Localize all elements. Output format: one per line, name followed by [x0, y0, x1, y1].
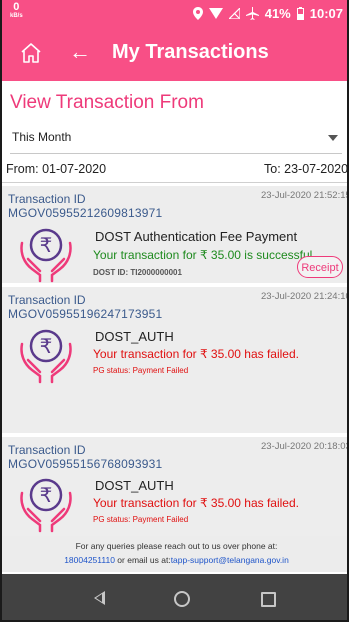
support-email-link[interactable]: tapp-support@telangana.gov.in [171, 555, 289, 565]
transaction-id: MGOV05955196247173951 [8, 307, 163, 321]
transaction-timestamp: 23-Jul-2020 20:18:03 [261, 441, 349, 452]
transaction-message: Your transaction for ₹ 35.00 is successf… [93, 248, 316, 262]
support-contact: 18004251110 or email us at:tapp-support@… [2, 555, 347, 565]
support-phone-link[interactable]: 18004251110 [64, 555, 115, 565]
network-speed-unit: kB/s [10, 13, 23, 19]
support-text: For any queries please reach out to us o… [75, 541, 278, 551]
transaction-card[interactable]: Transaction ID MGOV05955212609813971 23-… [2, 186, 349, 283]
nav-back-icon[interactable] [94, 591, 105, 605]
app-bar: ← My Transactions [2, 28, 347, 81]
status-icons: 41% 10:07 [192, 6, 343, 21]
clock: 10:07 [309, 6, 343, 21]
svg-text:₹: ₹ [40, 483, 53, 507]
transaction-id-label: Transaction ID [8, 192, 86, 206]
status-bar: 0 kB/s 41% 10:07 [2, 0, 347, 28]
transaction-message: Your transaction for ₹ 35.00 has failed. [93, 347, 299, 361]
rupee-hands-icon: ₹ [20, 329, 72, 384]
transaction-detail: PG status: Payment Failed [93, 515, 189, 524]
transaction-message: Your transaction for ₹ 35.00 has failed. [93, 496, 299, 510]
transaction-id-label: Transaction ID [8, 293, 86, 307]
svg-text:₹: ₹ [40, 334, 53, 358]
nav-recents-icon[interactable] [261, 592, 276, 607]
rupee-hands-icon: ₹ [20, 228, 72, 283]
battery-percent: 41% [264, 6, 291, 21]
support-footer: For any queries please reach out to us o… [2, 536, 347, 572]
page-title: My Transactions [112, 41, 269, 63]
transaction-name: DOST_AUTH [95, 329, 174, 344]
transaction-id: MGOV05955212609813971 [8, 206, 163, 220]
home-icon[interactable] [20, 42, 42, 64]
transaction-timestamp: 23-Jul-2020 21:24:10 [261, 291, 349, 302]
transaction-timestamp: 23-Jul-2020 21:52:15 [261, 190, 349, 201]
support-or-email-text: or email us at: [114, 555, 171, 565]
transaction-detail: PG status: Payment Failed [93, 366, 189, 375]
rupee-hands-icon: ₹ [20, 478, 72, 533]
svg-text:₹: ₹ [40, 233, 53, 257]
nav-home-icon[interactable] [174, 591, 190, 607]
wifi-icon [208, 8, 223, 19]
transaction-name: DOST Authentication Fee Payment [95, 229, 298, 244]
transaction-name: DOST_AUTH [95, 478, 174, 493]
battery-icon [296, 7, 304, 20]
airplane-mode-icon [245, 7, 259, 20]
section-title: View Transaction From [10, 92, 204, 113]
period-dropdown[interactable]: This Month [10, 123, 342, 154]
date-from: From: 01-07-2020 [6, 162, 107, 176]
date-range: From: 01-07-2020 To: 23-07-2020 [2, 160, 349, 183]
chevron-down-icon [328, 135, 338, 141]
date-to: To: 23-07-2020 [264, 162, 349, 176]
no-signal-icon [228, 8, 240, 19]
location-icon [192, 7, 203, 20]
transaction-id: MGOV05955156768093931 [8, 457, 163, 471]
phone-screen: 0 kB/s 41% 10:07 ← My Transactions View … [0, 0, 349, 622]
transaction-id-label: Transaction ID [8, 443, 86, 457]
period-dropdown-value: This Month [12, 130, 72, 144]
transaction-detail: DOST ID: TI2000000001 [93, 268, 182, 277]
transaction-card[interactable]: Transaction ID MGOV05955156768093931 23-… [2, 437, 349, 536]
system-nav-bar [2, 574, 347, 620]
receipt-button[interactable]: Receipt [297, 256, 343, 278]
back-arrow-icon[interactable]: ← [69, 40, 91, 64]
network-speed: 0 kB/s [10, 2, 23, 21]
transaction-card[interactable]: Transaction ID MGOV05955196247173951 23-… [2, 287, 349, 433]
